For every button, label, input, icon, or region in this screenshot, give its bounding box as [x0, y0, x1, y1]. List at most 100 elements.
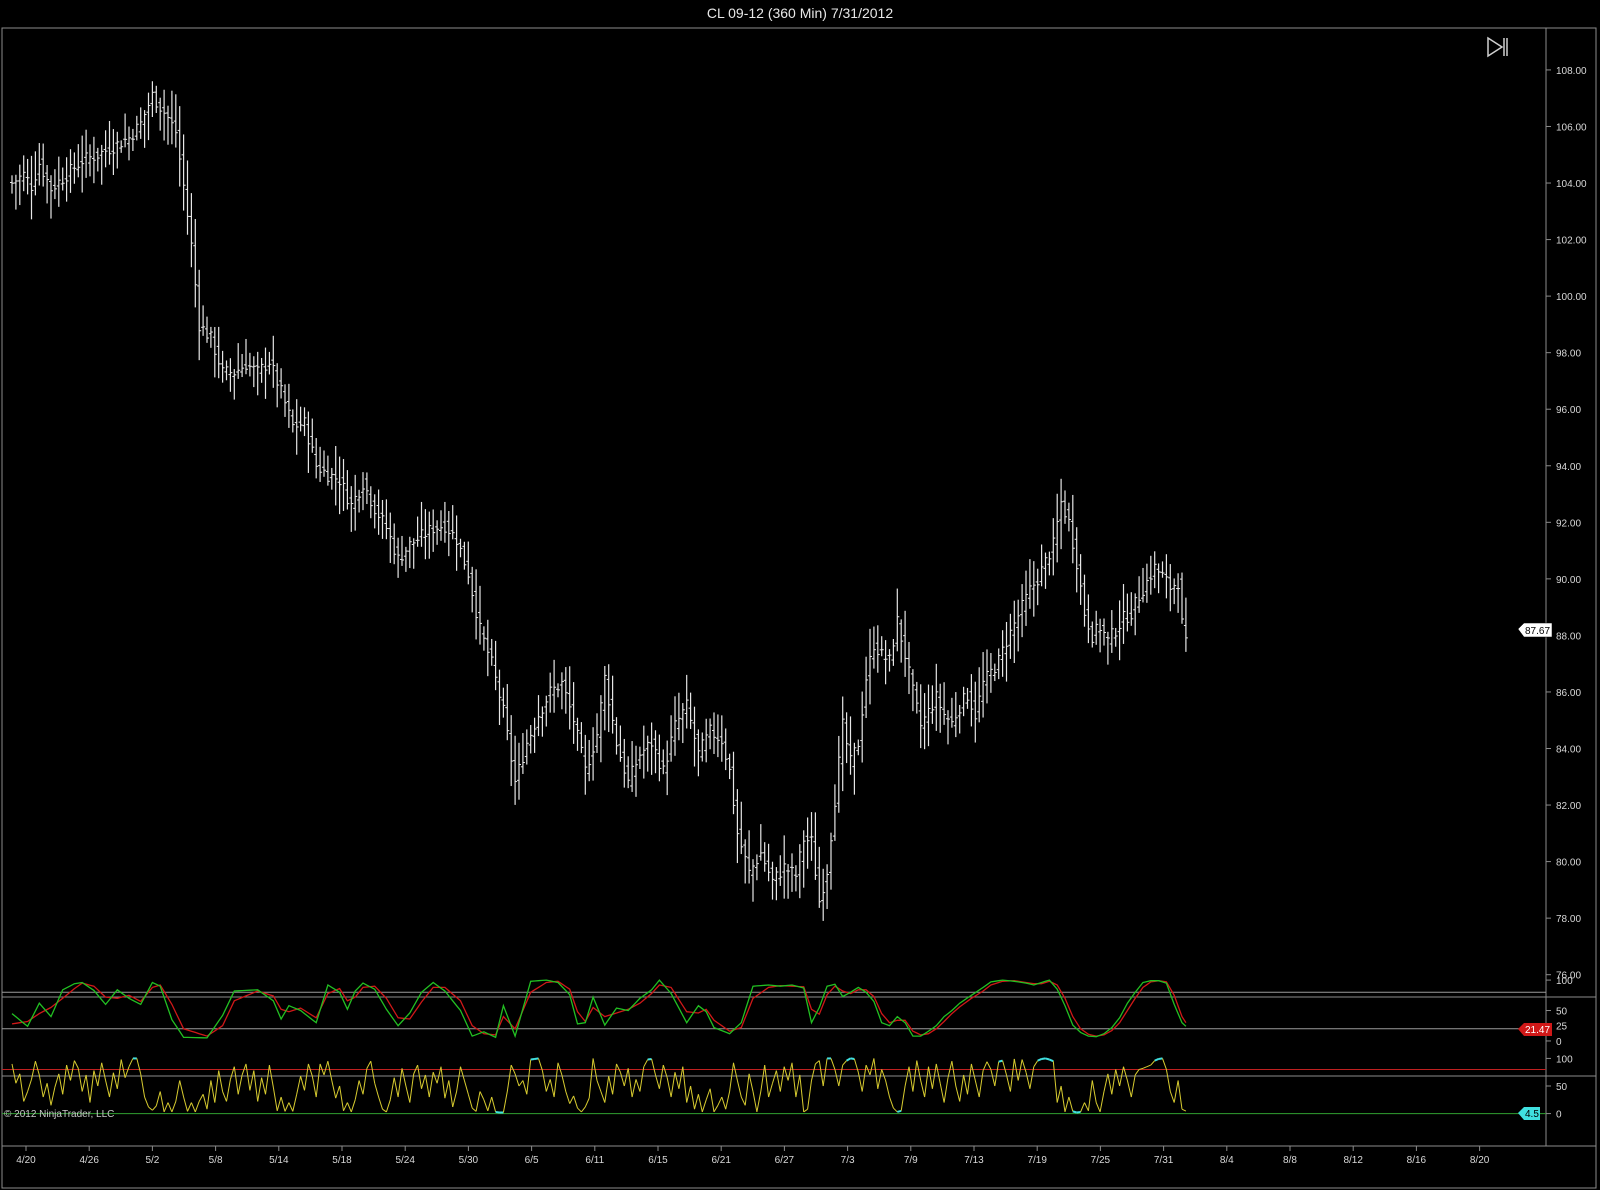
price-bar — [793, 865, 798, 892]
osc-segment — [218, 1070, 224, 1092]
osc-segment — [1103, 1073, 1109, 1092]
price-bar — [314, 438, 319, 479]
price-bar — [60, 167, 65, 191]
price-bar — [442, 501, 447, 543]
osc-segment — [495, 1110, 500, 1114]
price-bar — [37, 143, 42, 186]
price-bar — [341, 459, 346, 511]
price-bar — [329, 467, 334, 490]
price-bar — [563, 667, 568, 714]
price-bar — [680, 703, 685, 744]
osc-segment — [1115, 1069, 1121, 1087]
osc-segment — [807, 1080, 812, 1110]
price-bar — [216, 326, 221, 379]
price-bar — [907, 641, 911, 695]
osc-segment — [916, 1060, 922, 1081]
price-bar — [587, 739, 592, 782]
osc-segment — [19, 1073, 25, 1102]
price-bar — [41, 143, 46, 187]
osc-segment — [1150, 1060, 1156, 1066]
osc-segment — [811, 1063, 816, 1081]
stochastics-y-axis: 100 50 25 0 — [1546, 976, 1573, 1048]
osc-segment — [967, 1063, 972, 1095]
price-bar — [1152, 551, 1157, 589]
price-bar — [431, 509, 436, 552]
price-bar — [696, 729, 701, 777]
price-bar — [992, 663, 997, 682]
osc-segment — [159, 1091, 165, 1113]
price-y-tick-label: 102.00 — [1556, 236, 1587, 247]
price-bar — [150, 81, 155, 118]
price-bar — [1168, 564, 1173, 612]
osc-segment — [1107, 1073, 1113, 1095]
price-bar — [372, 494, 377, 529]
price-bar — [1027, 559, 1032, 609]
play-to-end-icon[interactable] — [1482, 34, 1510, 60]
price-bar — [247, 352, 252, 377]
price-bar — [1004, 621, 1009, 682]
price-bar — [1000, 630, 1005, 677]
price-bar — [485, 619, 490, 677]
osc-segment — [842, 1060, 847, 1066]
chart-title: CL 09-12 (360 Min) 7/31/2012 — [706, 5, 894, 21]
price-bar — [52, 169, 57, 200]
time-tick-label: 8/16 — [1407, 1155, 1427, 1166]
price-bar — [177, 106, 182, 187]
price-bar — [407, 536, 412, 569]
price-bar — [957, 704, 962, 734]
price-bar — [400, 535, 404, 566]
price-bar — [298, 406, 303, 432]
osc-segment — [795, 1074, 801, 1098]
price-bar — [536, 695, 541, 737]
price-bar — [95, 147, 100, 172]
price-y-tick-label: 80.00 — [1556, 858, 1581, 869]
price-bar — [559, 672, 564, 710]
osc-segment — [1177, 1080, 1183, 1110]
price-bar — [244, 338, 248, 375]
price-bar — [676, 692, 681, 741]
osc-segment — [198, 1094, 204, 1102]
price-bar — [774, 867, 779, 901]
price-bar — [583, 734, 588, 795]
stoch-y-tick-label: 25 — [1556, 1022, 1568, 1033]
price-bar — [727, 753, 732, 780]
osc-segment — [779, 1066, 785, 1092]
price-bar — [965, 687, 970, 709]
price-bar — [1172, 578, 1177, 605]
osc-segment — [175, 1080, 181, 1102]
osc-segment — [686, 1085, 692, 1103]
osc-segment — [943, 1077, 949, 1103]
price-bar — [325, 455, 330, 486]
price-bar — [821, 868, 826, 921]
osc-y-tick-label: 50 — [1556, 1082, 1568, 1093]
osc-segment — [23, 1091, 29, 1102]
price-bar — [883, 640, 888, 685]
osc-segment — [31, 1061, 36, 1080]
osc-segment — [272, 1087, 278, 1111]
time-tick-label: 5/8 — [209, 1155, 223, 1166]
price-bar — [240, 353, 245, 378]
price-bar — [653, 730, 658, 774]
price-bar — [532, 717, 537, 753]
chart-canvas[interactable]: 108.00 106.00 104.00 102.00 100.00 98.00 96.00… — [0, 26, 1600, 1190]
osc-segment — [877, 1069, 883, 1089]
price-bar — [1035, 568, 1040, 606]
osc-segment — [296, 1075, 302, 1095]
osc-segment — [112, 1072, 118, 1089]
osc-y-tick-label: 0 — [1556, 1110, 1562, 1121]
price-bar — [598, 695, 603, 763]
osc-segment — [140, 1073, 146, 1098]
osc-segment — [581, 1106, 586, 1113]
price-bar — [903, 610, 908, 677]
osc-segment — [487, 1096, 493, 1111]
price-y-tick-label: 84.00 — [1556, 745, 1581, 756]
price-bar — [1094, 610, 1099, 645]
stoch-last-label: 21.47 — [1525, 1025, 1550, 1036]
price-bar — [10, 175, 14, 194]
price-bar — [614, 717, 619, 755]
osc-segment — [850, 1057, 855, 1060]
price-bar — [119, 140, 124, 153]
osc-segment — [600, 1091, 606, 1103]
osc-segment — [1111, 1069, 1117, 1095]
osc-segment — [721, 1096, 727, 1110]
